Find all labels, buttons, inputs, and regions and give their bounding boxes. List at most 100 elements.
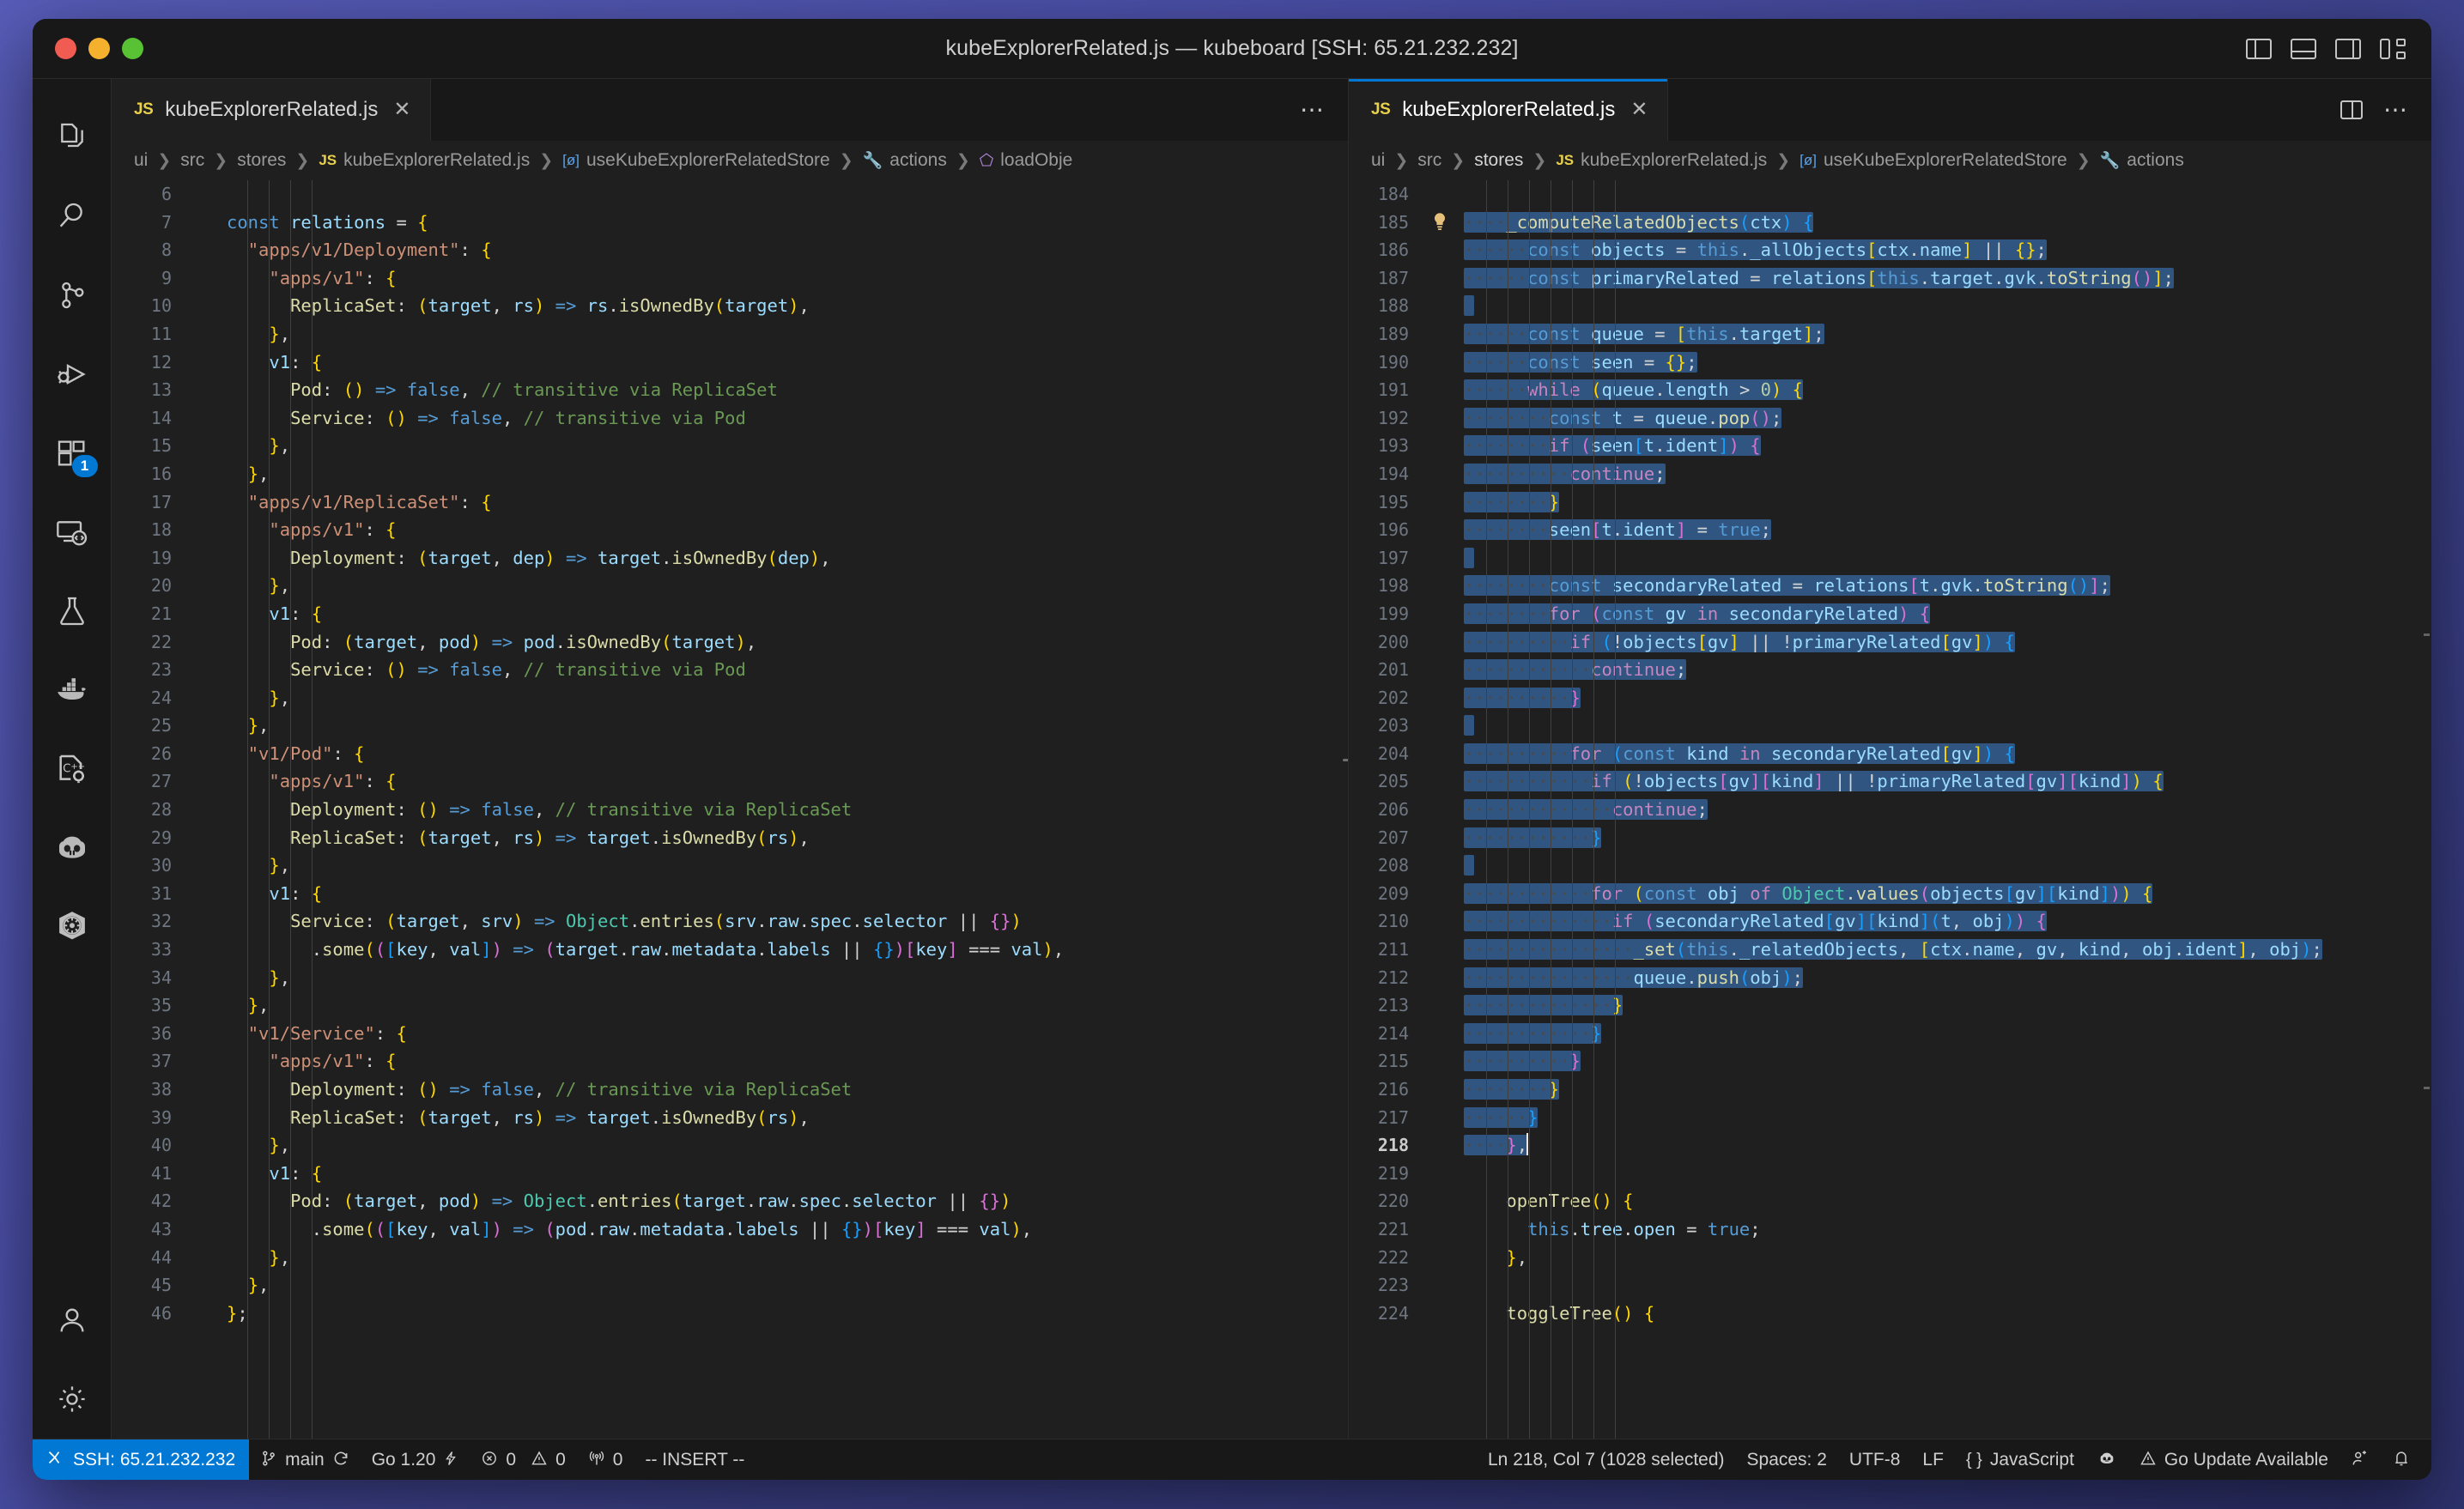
code-line[interactable]: 197 [1349,544,2431,573]
code-line[interactable]: 15 }, [112,432,1348,460]
breadcrumb-item[interactable]: ⬠ loadObje [980,150,1073,171]
code-line[interactable]: 185 ····_computeRelatedObjects(ctx) { [1349,209,2431,237]
status-go-version[interactable]: Go 1.20 [361,1439,470,1481]
code-line[interactable]: 207 ············} [1349,824,2431,852]
code-text[interactable]: Service: (target, srv) => Object.entries… [220,907,1348,936]
code-line[interactable]: 30 }, [112,851,1348,880]
code-text[interactable]: Pod: () => false, // transitive via Repl… [220,376,1348,404]
status-eol[interactable]: LF [1911,1439,1955,1481]
code-line[interactable]: 43 .some(([key, val]) => (pod.raw.metada… [112,1215,1348,1244]
code-text[interactable]: }, [220,684,1348,712]
sidebar-item-copilot[interactable] [33,809,112,888]
code-line[interactable]: 212 ················queue.push(obj); [1349,964,2431,992]
sidebar-item-testing[interactable] [33,572,112,651]
code-line[interactable]: 215 ··········} [1349,1047,2431,1076]
sidebar-item-source-control[interactable] [33,256,112,335]
sidebar-item-kubernetes[interactable] [33,888,112,967]
code-line[interactable]: 34 }, [112,964,1348,992]
code-text[interactable]: Deployment: () => false, // transitive v… [220,796,1348,824]
code-line[interactable]: 19 Deployment: (target, dep) => target.i… [112,544,1348,573]
code-line[interactable]: 29 ReplicaSet: (target, rs) => target.is… [112,824,1348,852]
code-text[interactable]: ············} [1457,1020,2431,1048]
code-line[interactable]: 209 ············for (const obj of Object.… [1349,880,2431,908]
code-text[interactable]: ······} [1457,1104,2431,1132]
code-line[interactable]: 217 ······} [1349,1104,2431,1132]
code-text[interactable]: }, [220,712,1348,740]
remote-indicator[interactable]: SSH: 65.21.232.232 [33,1439,250,1480]
code-line[interactable]: 191 ······while (queue.length > 0) { [1349,376,2431,404]
status-branch[interactable]: main [249,1439,361,1481]
code-text[interactable]: }, [220,432,1348,460]
code-text[interactable]: ··········if (!objects[gv] || !primaryRe… [1457,628,2431,657]
code-line[interactable]: 193 ········if (seen[t.ident]) { [1349,432,2431,460]
status-go-update[interactable]: Go Update Available [2128,1439,2340,1481]
code-line[interactable]: 13 Pod: () => false, // transitive via R… [112,376,1348,404]
close-icon[interactable]: ✕ [393,100,410,120]
code-text[interactable]: .some(([key, val]) => (target.raw.metada… [220,936,1348,964]
code-text[interactable]: Deployment: (target, dep) => target.isOw… [220,544,1348,573]
code-line[interactable]: 20 }, [112,572,1348,600]
code-text[interactable]: openTree() { [1457,1187,2431,1215]
code-text[interactable]: ··········for (const kind in secondaryRe… [1457,740,2431,768]
status-remote-account[interactable] [2340,1439,2381,1481]
code-line[interactable]: 23 Service: () => false, // transitive v… [112,656,1348,684]
sidebar-item-extensions[interactable]: 1 [33,414,112,493]
code-line[interactable]: 218 ····}, [1349,1131,2431,1160]
code-text[interactable]: ········for (const gv in secondaryRelate… [1457,600,2431,628]
breadcrumb-item[interactable]: stores [1474,150,1523,171]
code-line[interactable]: 6 [112,180,1348,209]
code-line[interactable]: 25 }, [112,712,1348,740]
code-text[interactable]: Pod: (target, pod) => Object.entries(tar… [220,1187,1348,1215]
code-line[interactable]: 28 Deployment: () => false, // transitiv… [112,796,1348,824]
sidebar-item-search[interactable] [33,177,112,256]
code-text[interactable]: Deployment: () => false, // transitive v… [220,1076,1348,1104]
code-line[interactable]: 188 [1349,292,2431,320]
code-text[interactable]: "apps/v1/Deployment": { [220,236,1348,264]
scrollbar-decoration[interactable] [2424,633,2430,636]
code-editor-right[interactable]: 184 185 ····_computeRelatedObjects(ctx) {… [1349,180,2431,1439]
sidebar-item-docker[interactable] [33,651,112,730]
code-line[interactable]: 22 Pod: (target, pod) => pod.isOwnedBy(t… [112,628,1348,657]
code-text[interactable] [1457,1160,2431,1188]
code-text[interactable]: ······const primaryRelated = relations[t… [1457,264,2431,293]
code-text[interactable]: ··········} [1457,1047,2431,1076]
tab-kubeexplorerrelated-right[interactable]: JS kubeExplorerRelated.js ✕ [1349,79,1668,141]
code-line[interactable]: 186 ······const objects = this._allObject… [1349,236,2431,264]
code-text[interactable]: ········const t = queue.pop(); [1457,404,2431,433]
code-line[interactable]: 37 "apps/v1": { [112,1047,1348,1076]
code-line[interactable]: 216 ········} [1349,1076,2431,1104]
code-line[interactable]: 10 ReplicaSet: (target, rs) => rs.isOwne… [112,292,1348,320]
code-line[interactable]: 194 ··········continue; [1349,460,2431,488]
status-indentation[interactable]: Spaces: 2 [1736,1439,1838,1481]
code-text[interactable]: Service: () => false, // transitive via … [220,404,1348,433]
code-line[interactable]: 21 v1: { [112,600,1348,628]
code-text[interactable]: }, [220,964,1348,992]
breadcrumb-item[interactable]: JS kubeExplorerRelated.js [319,150,530,171]
code-text[interactable]: }, [220,851,1348,880]
code-text[interactable]: }, [220,460,1348,488]
minimize-window-button[interactable] [88,38,110,59]
code-line[interactable]: 214 ············} [1349,1020,2431,1048]
code-text[interactable]: }, [220,1271,1348,1300]
code-text[interactable]: Service: () => false, // transitive via … [220,656,1348,684]
layout-custom-icon[interactable] [2380,38,2406,59]
code-line[interactable]: 32 Service: (target, srv) => Object.entr… [112,907,1348,936]
breadcrumb-item[interactable]: 🔧 actions [2100,150,2184,171]
code-line[interactable]: 39 ReplicaSet: (target, rs) => target.is… [112,1104,1348,1132]
code-line[interactable]: 38 Deployment: () => false, // transitiv… [112,1076,1348,1104]
code-text[interactable]: ············} [1457,824,2431,852]
code-text[interactable] [1457,292,2431,320]
code-line[interactable]: 204 ··········for (const kind in secondar… [1349,740,2431,768]
code-text[interactable]: v1: { [220,600,1348,628]
code-line[interactable]: 27 "apps/v1": { [112,767,1348,796]
code-text[interactable]: }; [220,1300,1348,1328]
code-line[interactable]: 199 ········for (const gv in secondaryRel… [1349,600,2431,628]
breadcrumb-item[interactable]: [ø] useKubeExplorerRelatedStore [562,150,830,171]
code-text[interactable]: ··········} [1457,684,2431,712]
code-lines-right[interactable]: 184 185 ····_computeRelatedObjects(ctx) {… [1349,180,2431,1439]
status-notifications[interactable] [2381,1439,2431,1481]
close-window-button[interactable] [55,38,76,59]
code-text[interactable] [1457,1271,2431,1300]
code-text[interactable]: "apps/v1/ReplicaSet": { [220,488,1348,517]
code-text[interactable]: ········const secondaryRelated = relatio… [1457,572,2431,600]
